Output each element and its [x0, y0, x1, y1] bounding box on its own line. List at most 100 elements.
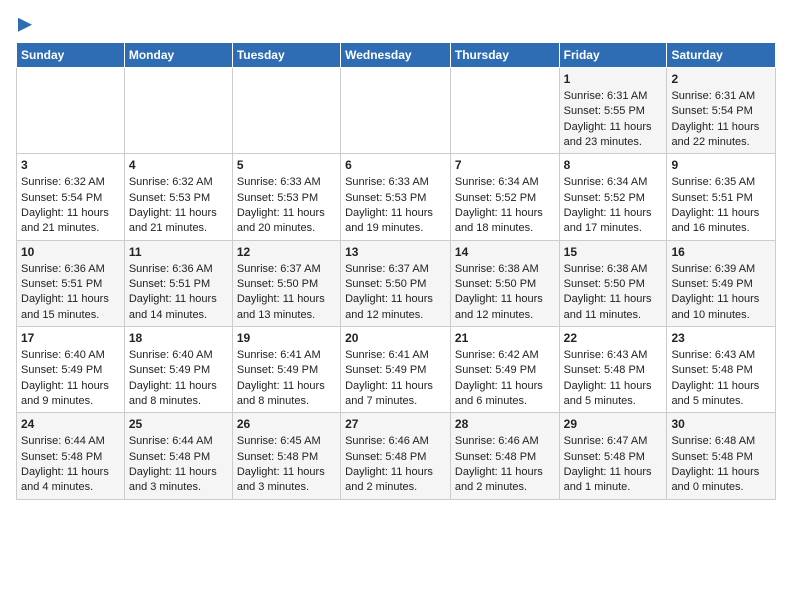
calendar-cell [450, 68, 559, 154]
calendar-cell: 27 Sunrise: 6:46 AMSunset: 5:48 PMDayligh… [341, 413, 451, 499]
week-row-5: 24 Sunrise: 6:44 AMSunset: 5:48 PMDayligh… [17, 413, 776, 499]
day-number: 16 [671, 244, 771, 261]
calendar-cell: 11Sunrise: 6:36 AMSunset: 5:51 PMDayligh… [124, 240, 232, 326]
day-number: 14 [455, 244, 555, 261]
calendar-cell: 9Sunrise: 6:35 AMSunset: 5:51 PMDaylight… [667, 154, 776, 240]
day-number: 4 [129, 157, 228, 174]
day-number: 13 [345, 244, 446, 261]
day-number: 1 [564, 71, 663, 88]
day-info: Sunrise: 6:46 AMSunset: 5:48 PMDaylight:… [455, 435, 543, 493]
day-info: Sunrise: 6:39 AMSunset: 5:49 PMDaylight:… [671, 263, 759, 321]
day-number: 9 [671, 157, 771, 174]
calendar-cell: 22Sunrise: 6:43 AMSunset: 5:48 PMDayligh… [559, 327, 667, 413]
day-number: 23 [671, 330, 771, 347]
calendar-cell: 24 Sunrise: 6:44 AMSunset: 5:48 PMDayligh… [17, 413, 125, 499]
calendar-cell [124, 68, 232, 154]
day-info: Sunrise: 6:47 AMSunset: 5:48 PMDaylight:… [564, 435, 652, 493]
day-number: 26 [237, 416, 336, 433]
calendar-cell [341, 68, 451, 154]
calendar-cell: 18 Sunrise: 6:40 AMSunset: 5:49 PMDayligh… [124, 327, 232, 413]
calendar-cell: 17 Sunrise: 6:40 AMSunset: 5:49 PMDayligh… [17, 327, 125, 413]
day-number: 21 [455, 330, 555, 347]
calendar-cell: 2 Sunrise: 6:31 AMSunset: 5:54 PMDaylight… [667, 68, 776, 154]
day-number: 3 [21, 157, 120, 174]
calendar-cell: 20 Sunrise: 6:41 AMSunset: 5:49 PMDayligh… [341, 327, 451, 413]
day-header-friday: Friday [559, 43, 667, 68]
day-number: 29 [564, 416, 663, 433]
day-number: 5 [237, 157, 336, 174]
calendar-cell: 14 Sunrise: 6:38 AMSunset: 5:50 PMDayligh… [450, 240, 559, 326]
calendar-cell [232, 68, 340, 154]
week-row-4: 17 Sunrise: 6:40 AMSunset: 5:49 PMDayligh… [17, 327, 776, 413]
day-info: Sunrise: 6:33 AMSunset: 5:53 PMDaylight:… [345, 176, 433, 234]
calendar-cell: 1 Sunrise: 6:31 AMSunset: 5:55 PMDaylight… [559, 68, 667, 154]
day-info: Sunrise: 6:31 AMSunset: 5:55 PMDaylight:… [564, 90, 652, 148]
logo-arrow-icon [18, 18, 32, 32]
calendar-cell: 3 Sunrise: 6:32 AMSunset: 5:54 PMDaylight… [17, 154, 125, 240]
week-row-3: 10Sunrise: 6:36 AMSunset: 5:51 PMDayligh… [17, 240, 776, 326]
day-info: Sunrise: 6:41 AMSunset: 5:49 PMDaylight:… [345, 349, 433, 407]
day-number: 28 [455, 416, 555, 433]
calendar-cell: 6 Sunrise: 6:33 AMSunset: 5:53 PMDaylight… [341, 154, 451, 240]
day-number: 24 [21, 416, 120, 433]
calendar-table: SundayMondayTuesdayWednesdayThursdayFrid… [16, 42, 776, 500]
week-row-1: 1 Sunrise: 6:31 AMSunset: 5:55 PMDaylight… [17, 68, 776, 154]
day-info: Sunrise: 6:37 AMSunset: 5:50 PMDaylight:… [345, 263, 433, 321]
calendar-header: SundayMondayTuesdayWednesdayThursdayFrid… [17, 43, 776, 68]
day-number: 20 [345, 330, 446, 347]
calendar-cell: 13 Sunrise: 6:37 AMSunset: 5:50 PMDayligh… [341, 240, 451, 326]
logo [16, 16, 32, 34]
day-info: Sunrise: 6:42 AMSunset: 5:49 PMDaylight:… [455, 349, 543, 407]
day-info: Sunrise: 6:44 AMSunset: 5:48 PMDaylight:… [129, 435, 217, 493]
calendar-cell: 5 Sunrise: 6:33 AMSunset: 5:53 PMDaylight… [232, 154, 340, 240]
calendar-cell: 7 Sunrise: 6:34 AMSunset: 5:52 PMDaylight… [450, 154, 559, 240]
calendar-cell: 26 Sunrise: 6:45 AMSunset: 5:48 PMDayligh… [232, 413, 340, 499]
page-header [16, 16, 776, 34]
day-number: 6 [345, 157, 446, 174]
day-number: 25 [129, 416, 228, 433]
day-info: Sunrise: 6:41 AMSunset: 5:49 PMDaylight:… [237, 349, 325, 407]
calendar-cell: 4 Sunrise: 6:32 AMSunset: 5:53 PMDaylight… [124, 154, 232, 240]
day-info: Sunrise: 6:38 AMSunset: 5:50 PMDaylight:… [564, 263, 652, 321]
calendar-cell: 21 Sunrise: 6:42 AMSunset: 5:49 PMDayligh… [450, 327, 559, 413]
calendar-body: 1 Sunrise: 6:31 AMSunset: 5:55 PMDaylight… [17, 68, 776, 500]
day-number: 27 [345, 416, 446, 433]
day-info: Sunrise: 6:45 AMSunset: 5:48 PMDaylight:… [237, 435, 325, 493]
day-number: 7 [455, 157, 555, 174]
day-header-row: SundayMondayTuesdayWednesdayThursdayFrid… [17, 43, 776, 68]
day-header-tuesday: Tuesday [232, 43, 340, 68]
calendar-cell: 19 Sunrise: 6:41 AMSunset: 5:49 PMDayligh… [232, 327, 340, 413]
day-header-monday: Monday [124, 43, 232, 68]
day-info: Sunrise: 6:40 AMSunset: 5:49 PMDaylight:… [21, 349, 109, 407]
day-number: 22 [564, 330, 663, 347]
calendar-cell: 29 Sunrise: 6:47 AMSunset: 5:48 PMDayligh… [559, 413, 667, 499]
day-info: Sunrise: 6:36 AMSunset: 5:51 PMDaylight:… [129, 263, 217, 321]
day-header-sunday: Sunday [17, 43, 125, 68]
day-number: 15 [564, 244, 663, 261]
calendar-cell: 30 Sunrise: 6:48 AMSunset: 5:48 PMDayligh… [667, 413, 776, 499]
day-info: Sunrise: 6:34 AMSunset: 5:52 PMDaylight:… [455, 176, 543, 234]
day-number: 19 [237, 330, 336, 347]
calendar-cell: 23Sunrise: 6:43 AMSunset: 5:48 PMDayligh… [667, 327, 776, 413]
day-header-wednesday: Wednesday [341, 43, 451, 68]
day-info: Sunrise: 6:44 AMSunset: 5:48 PMDaylight:… [21, 435, 109, 493]
calendar-cell: 15 Sunrise: 6:38 AMSunset: 5:50 PMDayligh… [559, 240, 667, 326]
day-info: Sunrise: 6:33 AMSunset: 5:53 PMDaylight:… [237, 176, 325, 234]
day-info: Sunrise: 6:38 AMSunset: 5:50 PMDaylight:… [455, 263, 543, 321]
day-number: 2 [671, 71, 771, 88]
day-info: Sunrise: 6:32 AMSunset: 5:53 PMDaylight:… [129, 176, 217, 234]
day-number: 17 [21, 330, 120, 347]
calendar-cell: 28 Sunrise: 6:46 AMSunset: 5:48 PMDayligh… [450, 413, 559, 499]
day-info: Sunrise: 6:32 AMSunset: 5:54 PMDaylight:… [21, 176, 109, 234]
day-info: Sunrise: 6:40 AMSunset: 5:49 PMDaylight:… [129, 349, 217, 407]
day-number: 30 [671, 416, 771, 433]
day-info: Sunrise: 6:46 AMSunset: 5:48 PMDaylight:… [345, 435, 433, 493]
day-info: Sunrise: 6:37 AMSunset: 5:50 PMDaylight:… [237, 263, 325, 321]
day-info: Sunrise: 6:31 AMSunset: 5:54 PMDaylight:… [671, 90, 759, 148]
day-header-saturday: Saturday [667, 43, 776, 68]
day-info: Sunrise: 6:36 AMSunset: 5:51 PMDaylight:… [21, 263, 109, 321]
calendar-cell [17, 68, 125, 154]
calendar-cell: 10Sunrise: 6:36 AMSunset: 5:51 PMDayligh… [17, 240, 125, 326]
day-info: Sunrise: 6:48 AMSunset: 5:48 PMDaylight:… [671, 435, 759, 493]
day-number: 18 [129, 330, 228, 347]
